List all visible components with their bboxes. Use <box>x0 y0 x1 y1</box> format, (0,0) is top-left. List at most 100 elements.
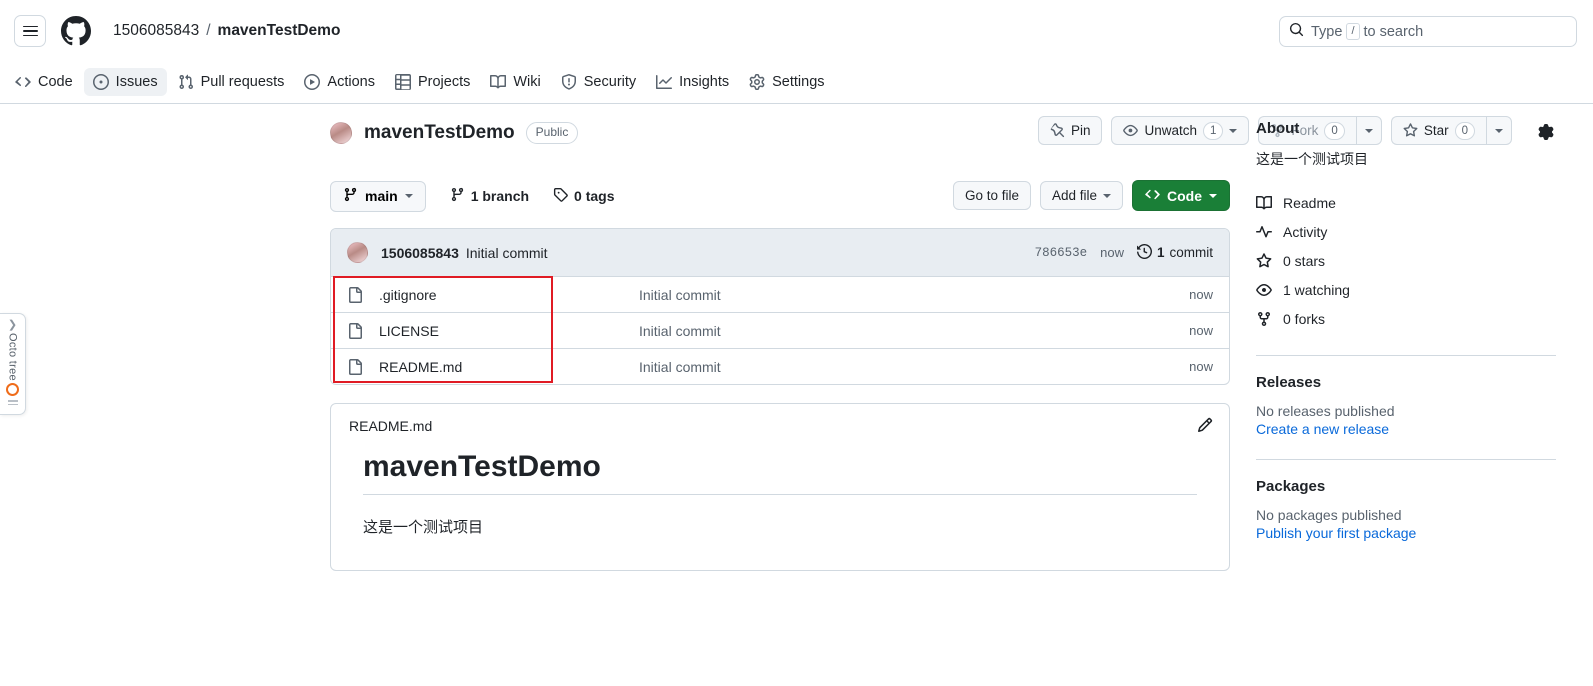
tab-issues[interactable]: Issues <box>83 68 167 96</box>
table-row[interactable]: README.md Initial commit now <box>331 348 1229 384</box>
history-icon <box>1136 243 1152 262</box>
watch-button[interactable]: Unwatch 1 <box>1111 116 1250 145</box>
publish-package-link[interactable]: Publish your first package <box>1256 525 1556 541</box>
readme-filename: README.md <box>349 418 433 434</box>
chevron-right-icon: ❯ <box>7 319 18 331</box>
chevron-down-icon <box>404 194 413 198</box>
file-name[interactable]: README.md <box>379 359 639 375</box>
file-commit-message[interactable]: Initial commit <box>639 359 1189 375</box>
visibility-badge: Public <box>525 122 579 144</box>
sidebar-item-readme[interactable]: Readme <box>1256 188 1556 217</box>
chevron-down-icon <box>1209 193 1217 198</box>
sidebar-item-label: 0 forks <box>1283 310 1326 327</box>
repo-sidebar: About 这是一个测试项目 Readme Activity 0 stars 1… <box>1256 104 1556 571</box>
tab-pull-requests[interactable]: Pull requests <box>169 68 294 96</box>
file-table: 1506085843 Initial commit 786653e now 1 … <box>330 228 1230 385</box>
packages-empty-text: No packages published <box>1256 507 1402 523</box>
tab-actions[interactable]: Actions <box>295 68 384 96</box>
page-title[interactable]: mavenTestDemo <box>364 122 515 144</box>
breadcrumb-separator: / <box>206 22 211 39</box>
tab-insights[interactable]: Insights <box>647 68 738 96</box>
search-placeholder-suffix: to search <box>1363 23 1424 40</box>
create-release-link[interactable]: Create a new release <box>1256 421 1556 437</box>
branches-link[interactable]: 1 branch <box>450 187 529 205</box>
add-file-label: Add file <box>1051 188 1097 203</box>
go-to-file-button[interactable]: Go to file <box>952 181 1031 210</box>
tab-code[interactable]: Code <box>6 68 82 96</box>
tab-projects[interactable]: Projects <box>386 68 479 96</box>
tab-security[interactable]: Security <box>552 68 645 96</box>
file-toolbar: main 1 branch 0 tags Go to file Add file… <box>330 180 1230 212</box>
code-button[interactable]: Code <box>1132 180 1230 211</box>
file-commit-message[interactable]: Initial commit <box>639 287 1189 303</box>
sidebar-item-activity[interactable]: Activity <box>1256 217 1556 246</box>
sidebar-item-label: Readme <box>1283 194 1336 211</box>
latest-commit-bar: 1506085843 Initial commit 786653e now 1 … <box>331 229 1229 276</box>
repo-forked-icon <box>1256 311 1272 327</box>
sidebar-item-stars[interactable]: 0 stars <box>1256 246 1556 275</box>
sidebar-item-label: 0 stars <box>1283 252 1326 269</box>
tab-security-label: Security <box>583 74 637 90</box>
book-icon <box>490 74 507 90</box>
sidebar-item-forks[interactable]: 0 forks <box>1256 304 1556 333</box>
tab-wiki[interactable]: Wiki <box>481 68 549 96</box>
file-name[interactable]: LICENSE <box>379 323 639 339</box>
git-pull-request-icon <box>178 74 194 90</box>
edit-readme-button[interactable] <box>1197 417 1213 438</box>
github-logo-icon[interactable] <box>61 16 91 46</box>
edit-repository-details-button[interactable] <box>1538 124 1554 145</box>
breadcrumb-repo[interactable]: mavenTestDemo <box>218 22 341 40</box>
branch-name: main <box>365 188 398 204</box>
table-row[interactable]: LICENSE Initial commit now <box>331 312 1229 348</box>
pin-button[interactable]: Pin <box>1037 116 1103 145</box>
breadcrumb-owner[interactable]: 1506085843 <box>113 22 199 40</box>
file-name[interactable]: .gitignore <box>379 287 639 303</box>
pin-button-label: Pin <box>1070 123 1091 138</box>
git-branch-icon <box>450 187 465 205</box>
star-icon <box>1256 252 1272 269</box>
play-icon <box>304 74 321 90</box>
commit-sha[interactable]: 786653e <box>1035 246 1088 260</box>
sidebar-divider <box>1256 355 1556 356</box>
commit-count-value: 1 <box>1156 245 1165 260</box>
file-toolbar-actions: Go to file Add file Code <box>952 180 1230 211</box>
readme-card: README.md mavenTestDemo 这是一个测试项目 <box>330 403 1230 571</box>
tab-issues-label: Issues <box>115 74 158 90</box>
table-row[interactable]: .gitignore Initial commit now <box>331 276 1229 312</box>
tab-wiki-label: Wiki <box>513 74 541 90</box>
commit-count-label: commit <box>1169 245 1214 260</box>
search-input[interactable]: Type / to search <box>1279 16 1577 47</box>
sidebar-item-watching[interactable]: 1 watching <box>1256 275 1556 304</box>
table-icon <box>394 74 411 90</box>
hamburger-menu-button[interactable] <box>14 15 46 47</box>
search-slash-key: / <box>1346 23 1360 40</box>
tag-icon <box>553 187 568 205</box>
global-header: 1506085843 / mavenTestDemo Type / to sea… <box>0 0 1593 62</box>
code-button-label: Code <box>1167 187 1202 204</box>
sidebar-divider <box>1256 459 1556 460</box>
book-icon <box>1256 195 1272 211</box>
tab-settings[interactable]: Settings <box>740 68 833 96</box>
commit-author[interactable]: 1506085843 <box>381 245 459 261</box>
code-icon <box>15 74 31 90</box>
octotree-panel-toggle[interactable]: ❯ Octo tree <box>0 313 26 415</box>
gear-icon <box>1538 124 1554 145</box>
tags-link[interactable]: 0 tags <box>553 187 615 205</box>
tab-actions-label: Actions <box>327 74 375 90</box>
owner-avatar <box>330 122 352 144</box>
breadcrumb: 1506085843 / mavenTestDemo <box>113 22 340 40</box>
drag-handle-icon[interactable] <box>7 398 18 407</box>
author-avatar <box>347 242 368 263</box>
hamburger-icon <box>22 23 38 40</box>
branch-count: 1 branch <box>470 188 530 204</box>
add-file-button[interactable]: Add file <box>1039 181 1123 210</box>
commit-history-link[interactable]: 1 commit <box>1136 243 1214 262</box>
git-branch-icon <box>343 187 358 205</box>
readme-heading: mavenTestDemo <box>363 450 1197 495</box>
branch-selector-button[interactable]: main <box>330 180 426 212</box>
issue-opened-icon <box>92 74 109 90</box>
tab-projects-label: Projects <box>417 74 471 90</box>
readme-header: README.md <box>331 404 1229 434</box>
file-commit-message[interactable]: Initial commit <box>639 323 1189 339</box>
commit-message[interactable]: Initial commit <box>466 245 548 261</box>
